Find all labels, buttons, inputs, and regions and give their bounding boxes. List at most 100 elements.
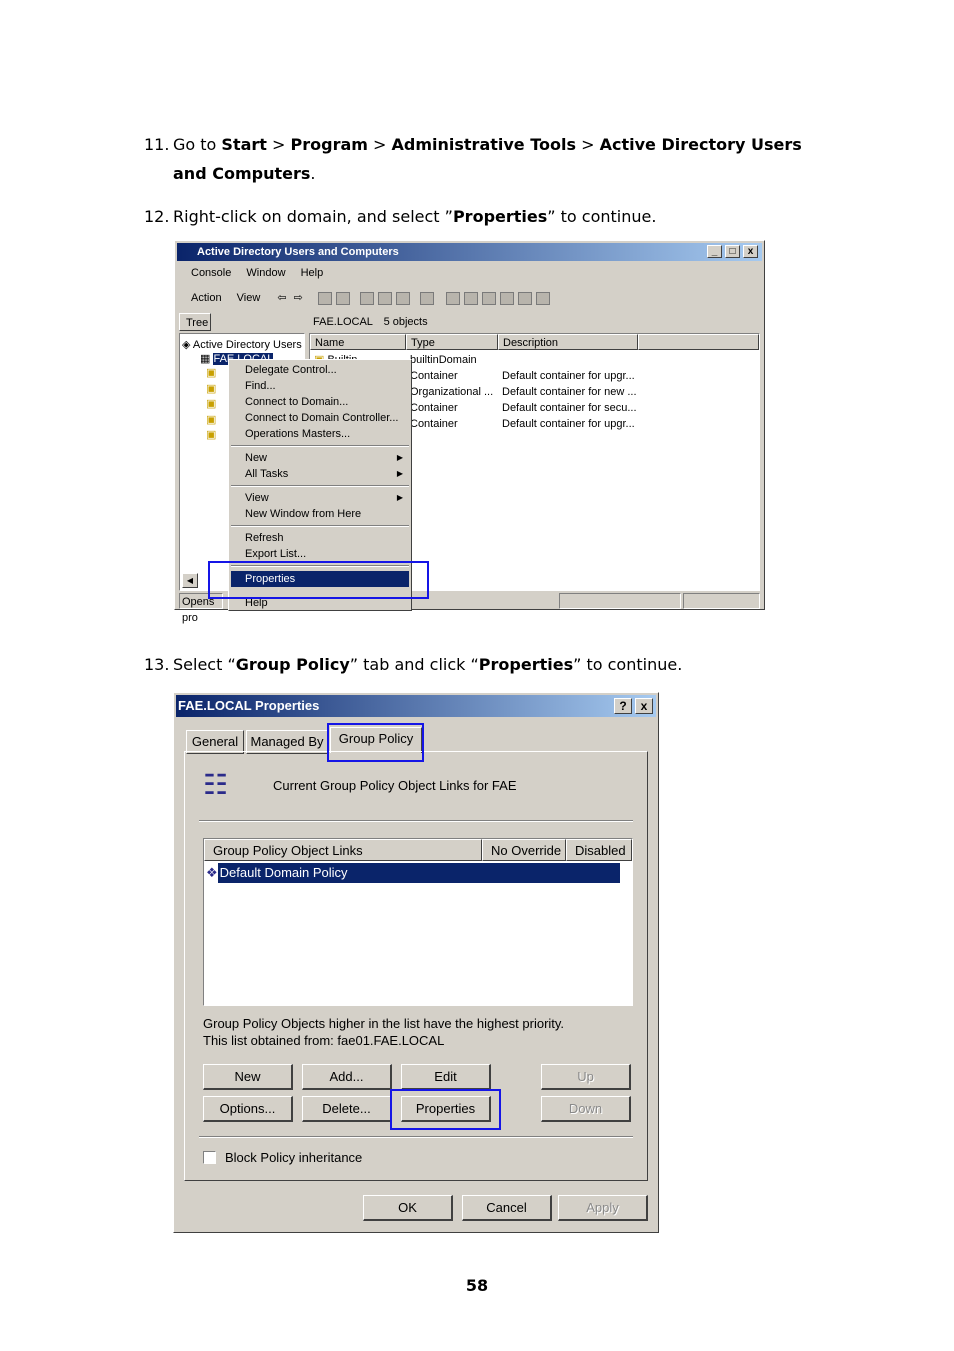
- menu-item-refresh[interactable]: Refresh: [231, 530, 409, 546]
- folder-icon[interactable]: ▣: [206, 428, 216, 444]
- current-path: FAE.LOCAL: [313, 316, 373, 328]
- menu-action[interactable]: Action: [191, 292, 222, 304]
- step-bold-properties: Properties: [452, 207, 548, 226]
- menu-item-find[interactable]: Find...: [231, 378, 409, 394]
- highlight-box: [390, 1089, 501, 1130]
- step-number: 13.: [144, 655, 170, 674]
- col-no-override[interactable]: No Override: [482, 839, 566, 861]
- menu-item-connect-domain[interactable]: Connect to Domain...: [231, 394, 409, 410]
- back-icon[interactable]: ⇦: [277, 292, 286, 304]
- new-button[interactable]: New: [203, 1064, 293, 1090]
- up-folder-icon[interactable]: [317, 291, 332, 305]
- refresh-icon[interactable]: [377, 291, 392, 305]
- col-description[interactable]: Description: [498, 334, 638, 350]
- menu-item-label: View: [245, 492, 269, 504]
- step-text: ” tab and click “: [349, 655, 479, 674]
- row-description: [502, 352, 642, 368]
- scroll-left-icon[interactable]: ◀: [182, 573, 198, 588]
- step-bold-admin-tools: Administrative Tools: [391, 135, 577, 154]
- menu-separator: [231, 485, 409, 487]
- up-button[interactable]: Up: [541, 1064, 631, 1090]
- new-user-icon[interactable]: [445, 291, 460, 305]
- menu-item-label: All Tasks: [245, 468, 289, 480]
- menu-item-new-window[interactable]: New Window from Here: [231, 506, 409, 522]
- export-icon[interactable]: [395, 291, 410, 305]
- menu-console[interactable]: Console: [191, 267, 231, 279]
- step-text: >: [367, 135, 392, 154]
- page-number: 58: [465, 1276, 489, 1295]
- maximize-icon[interactable]: □: [725, 245, 740, 258]
- step-text: >: [266, 135, 291, 154]
- menu-view[interactable]: View: [237, 292, 261, 304]
- step-bold-start: Start: [221, 135, 267, 154]
- menu-item-export-list[interactable]: Export List...: [231, 546, 409, 562]
- step-13: 13. Select “Group Policy” tab and click “…: [144, 650, 682, 679]
- submenu-arrow-icon: ▶: [396, 493, 403, 502]
- table-row[interactable]: ❖ Default Domain Policy: [206, 863, 630, 883]
- filter-icon[interactable]: [499, 291, 514, 305]
- dialog-title: FAE.LOCAL Properties: [178, 698, 320, 713]
- users-icon: ☷: [203, 769, 229, 800]
- apply-button[interactable]: Apply: [558, 1195, 648, 1221]
- find-icon[interactable]: [517, 291, 532, 305]
- folder-icon[interactable]: ▣: [206, 413, 216, 429]
- forward-icon[interactable]: ⇨: [294, 292, 303, 304]
- new-ou-icon[interactable]: [481, 291, 496, 305]
- menu-window[interactable]: Window: [246, 267, 285, 279]
- dialog-titlebar: FAE.LOCAL Properties ? x: [176, 695, 656, 717]
- ok-button[interactable]: OK: [363, 1195, 453, 1221]
- add-to-group-icon[interactable]: [535, 291, 550, 305]
- menu-help[interactable]: Help: [301, 267, 324, 279]
- panel-heading: Current Group Policy Object Links for FA…: [273, 778, 517, 793]
- close-icon[interactable]: x: [635, 698, 653, 714]
- folder-icon[interactable]: ▣: [206, 382, 216, 398]
- minimize-icon[interactable]: _: [707, 245, 722, 258]
- step-bold-program: Program: [290, 135, 368, 154]
- submenu-arrow-icon: ▶: [396, 469, 403, 478]
- folder-icon[interactable]: ▣: [206, 366, 216, 382]
- menu-item-new[interactable]: New ▶: [231, 450, 409, 466]
- col-gpo-links[interactable]: Group Policy Object Links: [204, 839, 482, 861]
- cancel-button[interactable]: Cancel: [462, 1195, 552, 1221]
- folder-icon[interactable]: ▣: [206, 397, 216, 413]
- properties-icon[interactable]: [359, 291, 374, 305]
- delete-button[interactable]: Delete...: [302, 1096, 392, 1122]
- down-button[interactable]: Down: [541, 1096, 631, 1122]
- col-type[interactable]: Type: [406, 334, 498, 350]
- gpo-icon: ❖: [206, 865, 218, 880]
- new-group-icon[interactable]: [463, 291, 478, 305]
- menu-item-label: New: [245, 452, 268, 464]
- add-button[interactable]: Add...: [302, 1064, 392, 1090]
- show-tree-icon[interactable]: [335, 291, 350, 305]
- block-inheritance-checkbox[interactable]: [203, 1151, 216, 1164]
- col-disabled[interactable]: Disabled: [566, 839, 632, 861]
- toolbar: Action View ⇦ ⇨: [179, 287, 760, 309]
- help-icon[interactable]: ?: [614, 698, 632, 714]
- tree-children: ▣ ▣ ▣ ▣ ▣: [206, 366, 216, 444]
- menu-item-all-tasks[interactable]: All Tasks ▶: [231, 466, 409, 482]
- gpo-list[interactable]: Group Policy Object Links No Override Di…: [203, 838, 633, 1006]
- row-type: Organizational ...: [410, 386, 494, 398]
- step-bold-properties: Properties: [478, 655, 574, 674]
- step-text: ” to continue.: [573, 655, 683, 674]
- priority-note: Group Policy Objects higher in the list …: [203, 1016, 565, 1031]
- status-pane: [683, 593, 760, 609]
- object-count: 5 objects: [383, 316, 428, 328]
- close-icon[interactable]: x: [743, 245, 758, 258]
- tree-tab[interactable]: Tree: [179, 313, 211, 331]
- menu-item-view[interactable]: View ▶: [231, 490, 409, 506]
- edit-button[interactable]: Edit: [401, 1064, 491, 1090]
- step-bold-aduc: Active Directory Users: [599, 135, 802, 154]
- menu-item-connect-dc[interactable]: Connect to Domain Controller...: [231, 410, 409, 426]
- help-icon[interactable]: [419, 291, 434, 305]
- col-name[interactable]: Name: [310, 334, 406, 350]
- block-inheritance-label: Block Policy inheritance: [225, 1150, 363, 1165]
- step-12: 12. Right-click on domain, and select ”Pr…: [144, 202, 656, 231]
- options-button[interactable]: Options...: [203, 1096, 293, 1122]
- menu-item-delegate-control[interactable]: Delegate Control...: [231, 362, 409, 378]
- step-text: Go to: [173, 135, 222, 154]
- gpo-name: Default Domain Policy: [217, 863, 620, 883]
- step-number: 11.: [144, 135, 170, 154]
- menu-item-operations-masters[interactable]: Operations Masters...: [231, 426, 409, 442]
- tree-root[interactable]: ◈ Active Directory Users: [182, 338, 302, 351]
